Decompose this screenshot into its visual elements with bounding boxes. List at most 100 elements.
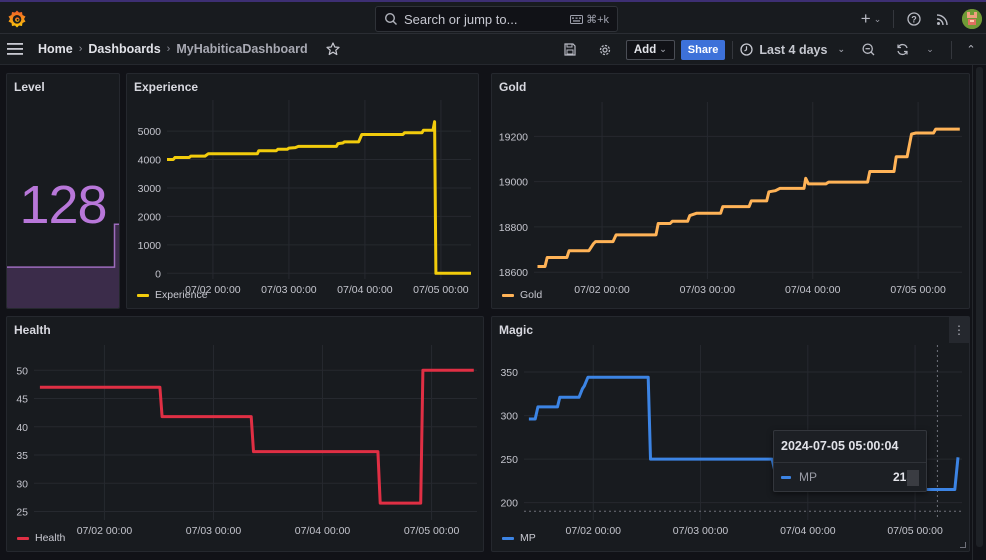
share-button[interactable]: Share <box>680 39 726 60</box>
x-tick-label: 07/03 00:00 <box>673 525 729 537</box>
rss-icon <box>936 13 948 25</box>
time-range-picker[interactable]: Last 4 days ⌄ <box>740 43 845 57</box>
y-tick-label: 3000 <box>138 183 162 195</box>
refresh-interval-dropdown[interactable]: ⌄ <box>917 37 943 63</box>
y-tick-label: 18600 <box>499 267 528 279</box>
resize-handle-icon[interactable] <box>960 542 966 548</box>
clock-icon <box>740 43 754 56</box>
level-panel[interactable]: Level 128 <box>6 73 120 309</box>
legend-label: Health <box>35 532 66 544</box>
breadcrumb: Home › Dashboards › MyHabiticaDashboard <box>38 42 340 56</box>
legend-label: Gold <box>520 289 543 301</box>
dashboard-toolbar: Add ⌄ Share Last 4 days ⌄ ⌄ ⌃ <box>557 34 986 65</box>
x-tick-label: 07/05 00:00 <box>890 284 946 296</box>
y-tick-label: 40 <box>16 422 28 434</box>
tooltip-time: 2024-07-05 05:00:04 <box>781 439 899 453</box>
y-tick-label: 25 <box>16 507 28 519</box>
legend-item[interactable]: Gold <box>502 289 542 301</box>
gear-icon <box>599 44 611 55</box>
y-tick-label: 30 <box>16 478 28 490</box>
topbar-actions: + ⌄ ? <box>854 2 986 36</box>
y-tick-label: 50 <box>16 365 28 377</box>
collapse-toolbar-button[interactable]: ⌃ <box>958 37 984 63</box>
x-tick-label: 07/02 00:00 <box>77 525 133 537</box>
chart-tooltip: 2024-07-05 05:00:04 MP 215 <box>773 430 927 492</box>
plus-icon: + <box>860 9 871 28</box>
legend-label: MP <box>520 532 536 544</box>
tooltip-divider <box>774 462 926 463</box>
top-bar: Search or jump to... ⌘+k + ⌄ ? <box>0 0 986 34</box>
dashboard-settings-button[interactable] <box>592 37 618 63</box>
help-icon: ? <box>907 12 921 26</box>
page-scrollbar[interactable] <box>972 65 986 560</box>
zoom-out-button[interactable] <box>855 37 881 63</box>
y-tick-label: 350 <box>500 367 518 379</box>
breadcrumb-home[interactable]: Home <box>38 42 73 56</box>
x-tick-label: 07/02 00:00 <box>574 284 630 296</box>
x-tick-label: 07/03 00:00 <box>680 284 736 296</box>
y-tick-label: 0 <box>155 268 161 280</box>
tooltip-row: MP 215 <box>781 470 921 484</box>
health-panel[interactable]: Health 25 30 35 40 45 50 07/02 00:00 07/03 00:0… <box>6 316 484 552</box>
search-shortcut: ⌘+k <box>570 13 609 26</box>
chevron-down-icon: ⌄ <box>873 13 882 24</box>
health-chart[interactable]: 25 30 35 40 45 50 07/02 00:00 07/03 00:00 07/04 … <box>7 317 485 553</box>
search-icon <box>384 12 397 25</box>
add-label: Add <box>633 43 657 56</box>
svg-text:?: ? <box>911 14 917 24</box>
x-tick-label: 07/05 00:00 <box>404 525 460 537</box>
chevron-down-icon: ⌄ <box>837 44 845 54</box>
grafana-logo-icon[interactable] <box>7 9 27 29</box>
avatar[interactable] <box>962 9 982 29</box>
chevron-right-icon: › <box>78 43 83 55</box>
y-tick-label: 250 <box>500 454 518 466</box>
save-icon <box>564 43 576 56</box>
add-button[interactable]: Add ⌄ <box>625 39 675 60</box>
new-button[interactable]: + ⌄ <box>854 9 888 29</box>
menu-icon[interactable] <box>7 43 23 55</box>
x-tick-label: 07/03 00:00 <box>186 525 242 537</box>
y-tick-label: 45 <box>16 394 28 406</box>
help-button[interactable]: ? <box>900 12 928 26</box>
legend-item[interactable]: MP <box>502 532 536 544</box>
x-tick-label: 07/04 00:00 <box>785 284 841 296</box>
legend-item[interactable]: Experience <box>137 289 208 301</box>
breadcrumb-current: MyHabiticaDashboard <box>176 42 308 56</box>
text-cursor-block <box>907 470 919 486</box>
divider <box>893 10 894 28</box>
y-tick-label: 300 <box>500 411 518 423</box>
chevron-right-icon: › <box>166 43 171 55</box>
x-tick-label: 07/04 00:00 <box>780 525 836 537</box>
experience-chart[interactable]: 01000200030004000500007/02 00:00 07/03 00… <box>127 74 480 310</box>
y-tick-label: 18800 <box>499 222 528 234</box>
news-button[interactable] <box>928 13 956 26</box>
gold-chart[interactable]: 18600 18800 19000 19200 07/02 00:00 07/03 00:… <box>492 74 971 310</box>
search-placeholder: Search or jump to... <box>404 11 518 27</box>
y-tick-label: 4000 <box>138 155 162 167</box>
y-tick-label: 35 <box>16 450 28 462</box>
dashboard-navbar: Home › Dashboards › MyHabiticaDashboard … <box>0 34 986 65</box>
level-value: 128 <box>19 175 107 235</box>
x-tick-label: 07/02 00:00 <box>566 525 622 537</box>
breadcrumb-dashboards[interactable]: Dashboards <box>88 42 160 56</box>
search-input[interactable]: Search or jump to... ⌘+k <box>375 6 618 32</box>
refresh-icon <box>896 43 908 56</box>
y-tick-label: 1000 <box>138 240 162 252</box>
gold-panel[interactable]: Gold 18600 18800 19000 19200 07/02 00:00 07/0… <box>491 73 970 309</box>
y-tick-label: 19200 <box>499 131 528 143</box>
zoom-out-icon <box>861 43 874 56</box>
save-dashboard-button[interactable] <box>557 37 583 63</box>
y-tick-label: 2000 <box>138 211 162 223</box>
experience-panel[interactable]: Experience 0 1000 2000 3000 4000 5000 07/02 00… <box>126 73 479 309</box>
legend-item[interactable]: Health <box>17 532 65 544</box>
legend-swatch <box>17 536 29 540</box>
divider <box>951 40 952 59</box>
legend-swatch <box>502 536 514 540</box>
x-tick-label: 07/05 00:00 <box>413 284 469 296</box>
chevron-down-icon: ⌄ <box>926 44 934 54</box>
scrollbar-thumb[interactable] <box>976 67 983 547</box>
divider <box>732 40 734 59</box>
star-icon[interactable] <box>326 42 340 56</box>
refresh-button[interactable] <box>889 37 915 63</box>
y-tick-label: 19000 <box>499 177 528 189</box>
